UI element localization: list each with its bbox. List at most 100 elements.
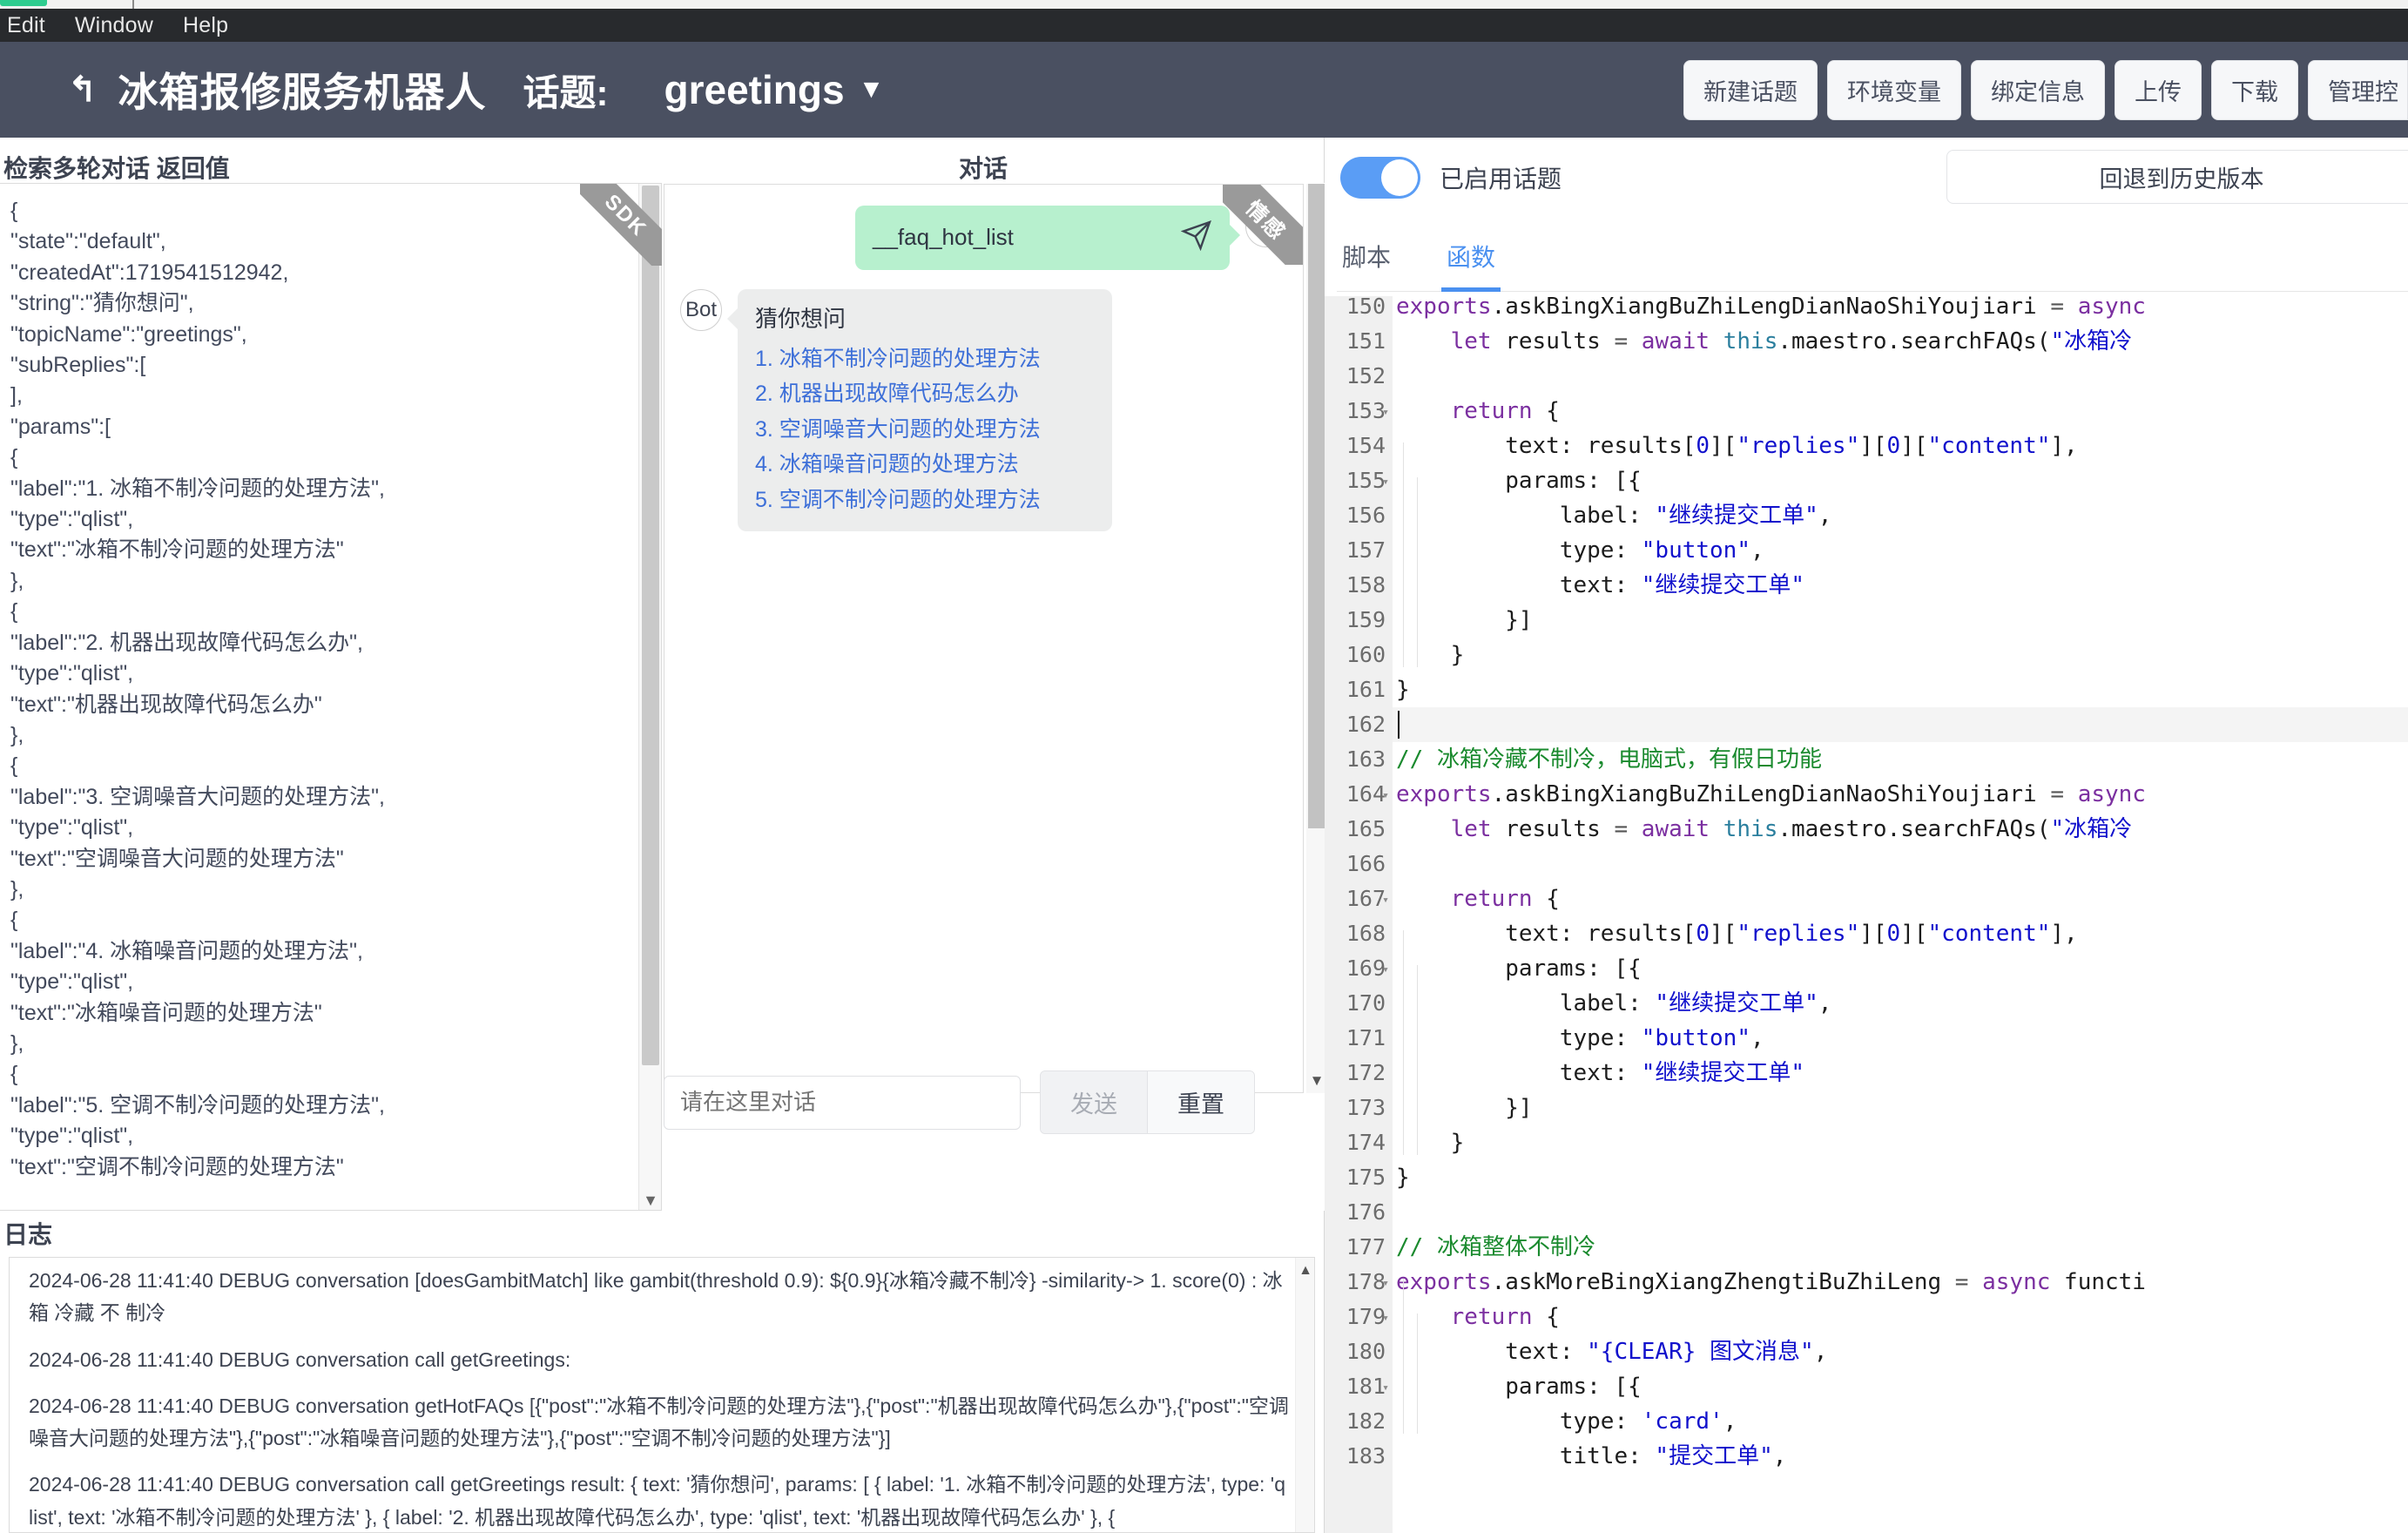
line-number: 175 <box>1346 1165 1386 1190</box>
tab-function[interactable]: 函数 <box>1441 235 1501 292</box>
chat-scrollbar[interactable]: ▼ <box>1306 184 1325 1093</box>
line-number: 152 <box>1346 363 1386 388</box>
tab-caret <box>132 0 134 9</box>
chat-message-bot: Bot 猜你想问 1. 冰箱不制冷问题的处理方法 2. 机器出现故障代码怎么办 … <box>664 289 1303 532</box>
code-fold-icon[interactable]: ▾ <box>1379 1300 1393 1334</box>
code-line: params: [{ <box>1396 468 1642 494</box>
code-line: type: "button", <box>1396 1025 1764 1051</box>
log-entry: 2024-06-28 11:41:40 DEBUG conversation [… <box>29 1269 1283 1325</box>
json-viewer: { "state":"default", "createdAt":1719541… <box>0 183 662 1211</box>
indent-guide <box>1417 965 1418 1155</box>
menu-item-edit[interactable]: Edit <box>7 13 45 38</box>
code-fold-icon[interactable]: ▾ <box>1379 777 1393 812</box>
code-editor[interactable]: 150 151 152 153 ▾ 154 155 ▾ 156 157 158 159 160 161 16… <box>1325 296 2408 1533</box>
code-fold-icon[interactable]: ▾ <box>1379 881 1393 916</box>
log-entry: 2024-06-28 11:41:40 DEBUG conversation g… <box>29 1394 1289 1449</box>
rollback-version-button[interactable]: 回退到历史版本 <box>1946 150 2408 204</box>
code-line: title: "提交工单", <box>1396 1443 1787 1469</box>
app-header-left: ↰ 冰箱报修服务机器人 话题: greetings ▼ <box>0 61 884 118</box>
line-number: 159 <box>1346 607 1386 632</box>
chat-scroll-down-icon[interactable]: ▼ <box>1306 1070 1325 1091</box>
chat-scrollbar-thumb[interactable] <box>1308 184 1325 828</box>
json-and-chat-panes: { "state":"default", "createdAt":1719541… <box>0 183 1325 1211</box>
editor-toolbar: 已启用话题 回退到历史版本 脚本 函数 <box>1325 138 2408 296</box>
code-fold-icon[interactable]: ▾ <box>1379 951 1393 986</box>
code-fold-icon[interactable]: ▾ <box>1379 1369 1393 1404</box>
log-entry: 2024-06-28 11:41:40 DEBUG conversation c… <box>29 1473 1285 1529</box>
line-number: 162 <box>1346 712 1386 737</box>
send-button[interactable]: 发送 <box>1041 1071 1147 1133</box>
code-line: return { <box>1450 1304 1560 1330</box>
code-line: let results = await this.maestro.searchF… <box>1450 816 2133 842</box>
code-line: exports.askBingXiangBuZhiLengDianNaoShiY… <box>1396 296 2146 320</box>
json-scrollbar[interactable]: ▼ <box>638 184 661 1210</box>
faq-suggestion-1[interactable]: 1. 冰箱不制冷问题的处理方法 <box>755 341 1095 377</box>
code-line: text: "继续提交工单" <box>1396 1060 1805 1086</box>
user-message-bubble: __faq_hot_list <box>855 206 1240 270</box>
line-number: 170 <box>1346 990 1386 1016</box>
upload-button[interactable]: 上传 <box>2115 59 2202 120</box>
code-line: } <box>1396 1130 1465 1156</box>
back-arrow-icon[interactable]: ↰ <box>68 72 98 107</box>
app-header: ↰ 冰箱报修服务机器人 话题: greetings ▼ 新建话题 环境变量 绑定… <box>0 42 2408 138</box>
log-panel: 2024-06-28 11:41:40 DEBUG conversation [… <box>9 1257 1315 1533</box>
line-number: 177 <box>1346 1234 1386 1259</box>
faq-suggestion-5[interactable]: 5. 空调不制冷问题的处理方法 <box>755 483 1095 518</box>
line-number: 171 <box>1346 1025 1386 1050</box>
tab-script[interactable]: 脚本 <box>1337 235 1396 284</box>
faq-suggestion-2[interactable]: 2. 机器出现故障代码怎么办 <box>755 376 1095 412</box>
code-line: } <box>1396 677 1410 703</box>
new-topic-button[interactable]: 新建话题 <box>1683 59 1818 120</box>
line-number: 180 <box>1346 1339 1386 1364</box>
reset-button[interactable]: 重置 <box>1147 1071 1254 1133</box>
code-fold-icon[interactable]: ▾ <box>1379 394 1393 429</box>
faq-suggestion-3[interactable]: 3. 空调噪音大问题的处理方法 <box>755 412 1095 448</box>
right-column: 已启用话题 回退到历史版本 脚本 函数 150 151 152 153 ▾ 154 155 ▾… <box>1325 138 2408 1533</box>
topic-enabled-toggle-wrap: 已启用话题 <box>1340 157 1561 199</box>
active-tab-indicator <box>0 0 47 6</box>
text-cursor <box>1398 711 1400 739</box>
json-scrollbar-thumb[interactable] <box>642 186 659 1065</box>
avatar-bot: Bot <box>680 289 722 331</box>
download-button[interactable]: 下载 <box>2211 59 2298 120</box>
log-panel-title: 日志 <box>3 1221 53 1248</box>
line-number: 166 <box>1346 851 1386 876</box>
faq-suggestion-4[interactable]: 4. 冰箱噪音问题的处理方法 <box>755 447 1095 483</box>
topic-enabled-label: 已启用话题 <box>1440 165 1562 192</box>
menu-item-help[interactable]: Help <box>183 13 228 38</box>
binding-info-button[interactable]: 绑定信息 <box>1971 59 2105 120</box>
topic-value[interactable]: greetings <box>664 66 845 113</box>
indent-guide <box>1417 477 1418 667</box>
code-line: return { <box>1450 886 1560 912</box>
app-header-actions: 新建话题 环境变量 绑定信息 上传 下载 管理控 <box>1683 59 2408 120</box>
code-line: } <box>1396 1165 1410 1191</box>
active-line-highlight <box>1393 707 2408 742</box>
log-scroll-up-icon[interactable]: ▲ <box>1296 1263 1314 1279</box>
topic-enabled-toggle[interactable] <box>1340 157 1420 199</box>
chevron-down-icon[interactable]: ▼ <box>859 77 885 103</box>
line-number: 172 <box>1346 1060 1386 1085</box>
browser-tab-strip <box>0 0 2408 9</box>
code-line: text: results[0]["replies"][0]["content"… <box>1396 433 2078 459</box>
chat-message-user: __faq_hot_list Me <box>664 206 1303 270</box>
code-line: // 冰箱整体不制冷 <box>1396 1234 1595 1260</box>
chat-input[interactable] <box>664 1075 1021 1130</box>
main-content: 检索多轮对话 返回值 对话 { "state":"default", "crea… <box>0 138 2408 1533</box>
admin-console-button[interactable]: 管理控 <box>2308 59 2408 120</box>
editor-code-area[interactable]: exports.askBingXiangBuZhiLengDianNaoShiY… <box>1393 296 2408 1533</box>
code-fold-icon[interactable]: ▾ <box>1379 463 1393 498</box>
sdk-ribbon: SDK <box>580 184 662 266</box>
code-line: params: [{ <box>1396 956 1642 982</box>
code-line: exports.askBingXiangBuZhiLengDianNaoShiY… <box>1396 781 2146 807</box>
scroll-down-icon[interactable]: ▼ <box>639 1189 661 1210</box>
paper-plane-icon <box>1180 219 1212 256</box>
topic-label: 话题: <box>523 71 609 113</box>
code-line: params: [{ <box>1396 1374 1642 1400</box>
line-number: 176 <box>1346 1199 1386 1225</box>
menu-item-window[interactable]: Window <box>75 13 153 38</box>
env-variables-button[interactable]: 环境变量 <box>1827 59 1961 120</box>
user-message-row: __faq_hot_list <box>873 219 1212 256</box>
chat-message-board: 情感 __faq_hot_list Me Bot 猜你想问 1. 冰箱不制冷问题… <box>664 184 1304 1093</box>
log-scrollbar[interactable]: ▲ <box>1295 1258 1314 1532</box>
code-fold-icon[interactable]: ▾ <box>1379 1265 1393 1300</box>
